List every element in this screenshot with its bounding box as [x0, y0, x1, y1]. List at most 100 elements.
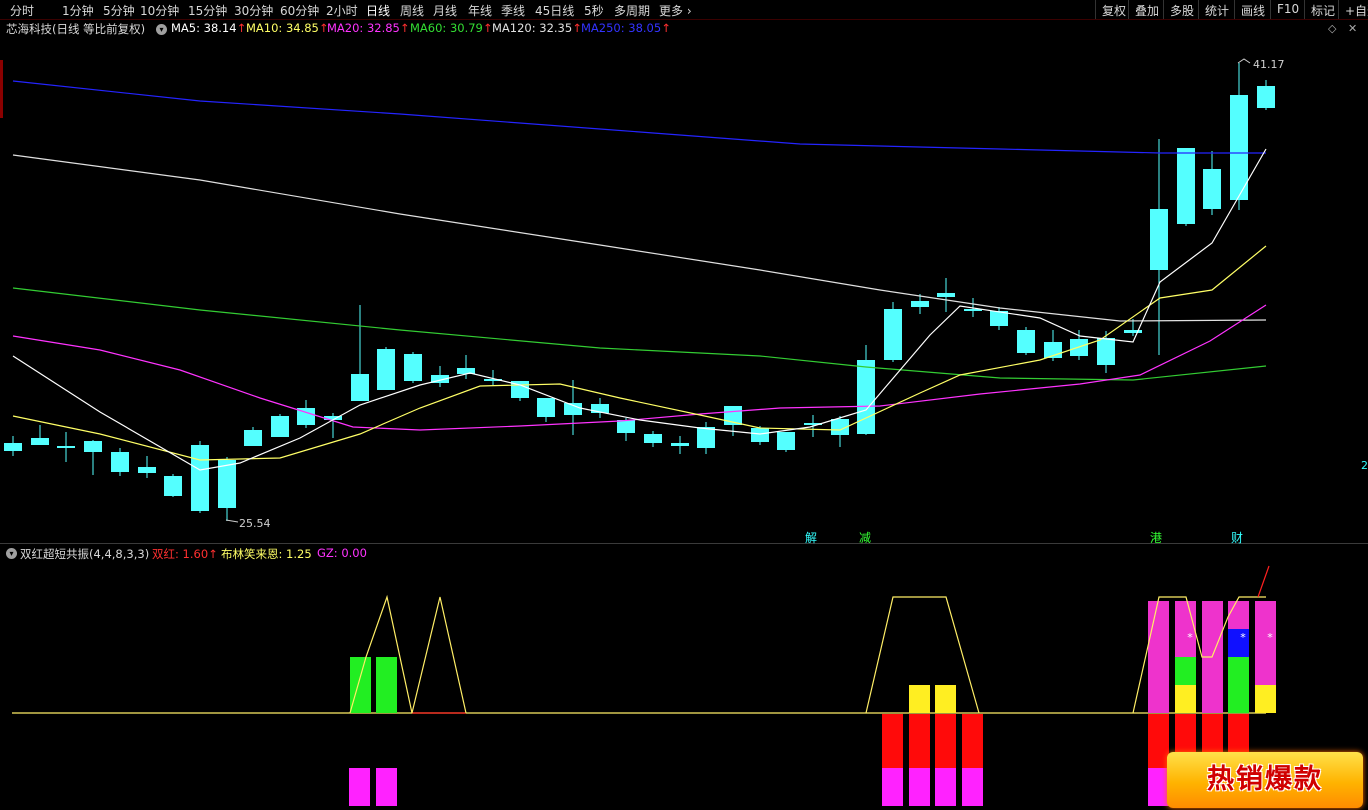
ma10-label: MA10: 34.85↑ — [246, 21, 329, 35]
up-arrow-icon: ↑ — [399, 21, 410, 35]
right-edge-label: 2 — [1361, 459, 1368, 472]
candle-body — [697, 427, 715, 448]
magenta-bar — [349, 768, 370, 806]
candle-body — [271, 416, 289, 437]
candle-body — [804, 423, 822, 425]
period-tab[interactable]: 年线 — [468, 2, 492, 19]
green-bar — [376, 657, 397, 713]
stacked-bar-segment — [1228, 629, 1249, 657]
candle-body — [777, 432, 795, 450]
adjust-button[interactable]: 复权 — [1095, 0, 1132, 19]
stats-button[interactable]: 统计 — [1198, 0, 1235, 19]
ma60-value: MA60: 30.79 — [410, 21, 483, 35]
star-marker: * — [1240, 631, 1246, 644]
yellow-bar — [935, 685, 956, 713]
period-tab[interactable]: 5秒 — [584, 2, 604, 19]
candle-body — [1150, 209, 1168, 270]
candle-body — [84, 441, 102, 452]
panel-divider — [0, 543, 1368, 544]
ma20-line — [12, 304, 1267, 431]
low-pointer — [225, 519, 239, 523]
period-tab[interactable]: 45日线 — [535, 2, 574, 19]
up-arrow-icon: ↑ — [208, 547, 218, 561]
candle-body — [511, 381, 529, 398]
candle-body — [111, 452, 129, 472]
candle-body — [591, 404, 609, 413]
candle-body — [191, 445, 209, 511]
period-tab[interactable]: 5分钟 — [103, 2, 135, 19]
red-bar — [1148, 714, 1169, 768]
up-arrow-icon: ↑ — [661, 21, 671, 35]
period-tab[interactable]: 周线 — [400, 2, 424, 19]
candle-body — [964, 309, 982, 311]
candle-body — [1257, 86, 1275, 108]
candle-body — [1230, 95, 1248, 200]
candle-body — [990, 311, 1008, 326]
signal-label: 港 — [1150, 531, 1163, 545]
period-tab[interactable]: 多周期 — [614, 2, 650, 19]
ma60-line — [12, 287, 1267, 381]
stacked-bar-segment — [1175, 657, 1196, 685]
period-tab-daily[interactable]: 日线 — [366, 2, 390, 19]
stacked-bar-segment — [1228, 657, 1249, 713]
candlestick-chart[interactable]: * * * — [0, 0, 1368, 810]
candle-body — [1203, 169, 1221, 209]
period-tab[interactable]: 1分钟 — [62, 2, 94, 19]
period-tab[interactable]: 60分钟 — [280, 2, 319, 19]
indicator-line — [865, 596, 980, 714]
draw-button[interactable]: 画线 — [1234, 0, 1271, 19]
candle-body — [484, 379, 502, 381]
ma250-label: MA250: 38.05↑ — [581, 21, 671, 35]
magenta-bar — [909, 768, 930, 806]
ma5-line — [12, 148, 1267, 471]
overlay-button[interactable]: 叠加 — [1128, 0, 1165, 19]
candle-body — [244, 430, 262, 446]
add-watchlist-button[interactable]: +自选 — [1338, 0, 1368, 19]
candle-body — [351, 374, 369, 401]
period-tab[interactable]: 季线 — [501, 2, 525, 19]
period-tab[interactable]: 30分钟 — [234, 2, 273, 19]
left-edge-marker — [0, 60, 3, 118]
candle-body — [218, 460, 236, 508]
chevron-down-icon[interactable]: ▾ — [6, 548, 17, 559]
candle-body — [831, 419, 849, 435]
multi-stock-button[interactable]: 多股 — [1163, 0, 1200, 19]
stacked-bar-segment — [1228, 601, 1249, 629]
ma60-label: MA60: 30.79↑ — [410, 21, 493, 35]
period-tab[interactable]: 10分钟 — [140, 2, 179, 19]
candle-body — [644, 434, 662, 443]
mark-button[interactable]: 标记 — [1304, 0, 1341, 19]
candle-body — [937, 293, 955, 297]
green-bar — [350, 657, 371, 713]
ma5-value: MA5: 38.14 — [171, 21, 237, 35]
signal-label: 减 — [859, 531, 872, 545]
high-pointer — [1237, 58, 1251, 64]
close-icon[interactable]: ✕ — [1348, 22, 1357, 35]
indicator-line — [349, 594, 467, 714]
magenta-bar — [1148, 768, 1169, 806]
candle-body — [31, 438, 49, 445]
candle-body — [724, 406, 742, 425]
indicator-line — [1132, 596, 1266, 714]
candle-body — [911, 301, 929, 307]
ma5-label: MA5: 38.14↑ — [171, 21, 246, 35]
candle-body — [4, 443, 22, 451]
period-tab[interactable]: 15分钟 — [188, 2, 227, 19]
chevron-down-icon[interactable]: ▾ — [156, 24, 167, 35]
candle-body — [751, 428, 769, 442]
more-periods-dropdown[interactable]: 更多 › — [659, 2, 692, 19]
f10-button[interactable]: F10 — [1270, 0, 1305, 19]
stacked-bar-segment — [1255, 685, 1276, 713]
shuanghong-value: 双红: 1.60 — [152, 547, 209, 561]
period-toolbar: 分时 1分钟 5分钟 10分钟 15分钟 30分钟 60分钟 2小时 日线 周线… — [0, 0, 1368, 20]
period-tab[interactable]: 2小时 — [326, 2, 358, 19]
candle-body — [297, 408, 315, 425]
period-tab[interactable]: 月线 — [433, 2, 457, 19]
red-bar — [909, 714, 930, 768]
period-tab[interactable]: 分时 — [10, 2, 34, 19]
candle-body — [457, 368, 475, 374]
diamond-icon[interactable]: ◇ — [1328, 22, 1336, 35]
candle-body — [1044, 342, 1062, 358]
candle-body — [324, 416, 342, 420]
candle-body — [537, 398, 555, 417]
